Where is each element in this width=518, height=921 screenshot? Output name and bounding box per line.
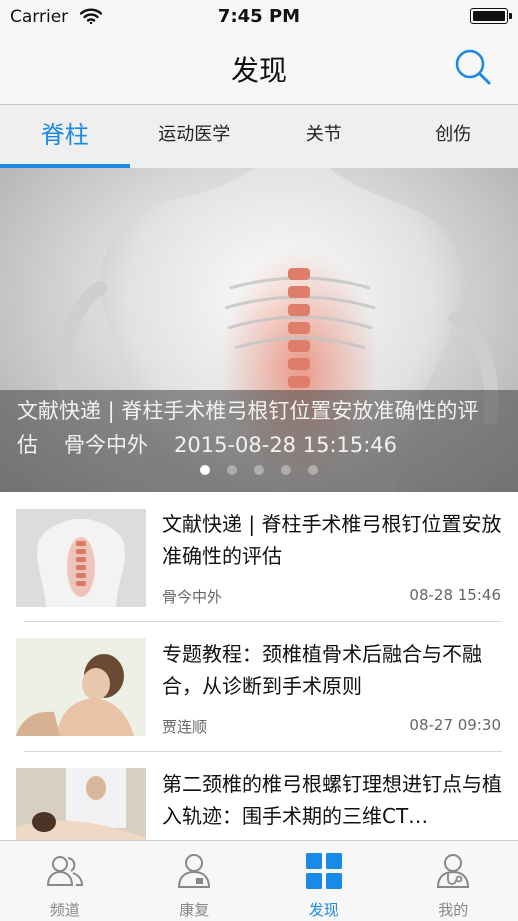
tabbar-item-mine[interactable]: 我的 bbox=[389, 841, 518, 921]
search-icon[interactable] bbox=[454, 48, 492, 90]
tabbar-label: 频道 bbox=[0, 899, 130, 920]
grid-icon bbox=[304, 851, 344, 895]
page-dot[interactable] bbox=[227, 465, 237, 475]
navigation-bar: 发现 bbox=[0, 34, 518, 105]
tabbar-label: 康复 bbox=[130, 899, 260, 920]
article-title: 专题教程：颈椎植骨术后融合与不融合，从诊断到手术原则 bbox=[162, 638, 502, 702]
tabbar-label: 我的 bbox=[389, 899, 518, 920]
tab-sports-medicine[interactable]: 运动医学 bbox=[130, 105, 260, 168]
tab-trauma[interactable]: 创伤 bbox=[389, 105, 518, 168]
tabbar-label: 发现 bbox=[259, 899, 389, 920]
page-indicator[interactable] bbox=[0, 460, 518, 479]
category-tabs: 脊柱 运动医学 关节 创伤 bbox=[0, 105, 518, 168]
tabbar-item-rehab[interactable]: 康复 bbox=[130, 841, 260, 921]
article-thumbnail bbox=[16, 638, 146, 736]
article-title: 第二颈椎的椎弓根螺钉理想进钉点与植入轨迹：围手术期的三维CT… bbox=[162, 768, 502, 832]
banner-datetime: 2015-08-28 15:15:46 bbox=[174, 433, 397, 457]
article-thumbnail bbox=[16, 509, 146, 607]
people-icon bbox=[45, 851, 85, 895]
page-dot[interactable] bbox=[281, 465, 291, 475]
article-source: 贾连顺 bbox=[162, 716, 207, 737]
article-item[interactable]: 文献快递 | 脊柱手术椎弓根钉位置安放准确性的评估 骨今中外 08-28 15:… bbox=[0, 492, 518, 622]
tabbar-item-channels[interactable]: 频道 bbox=[0, 841, 130, 921]
page-dot[interactable] bbox=[254, 465, 264, 475]
tab-spine[interactable]: 脊柱 bbox=[0, 105, 130, 168]
clock: 7:45 PM bbox=[0, 6, 518, 27]
status-bar: Carrier 7:45 PM bbox=[0, 0, 518, 34]
article-item[interactable]: 专题教程：颈椎植骨术后融合与不融合，从诊断到手术原则 贾连顺 08-27 09:… bbox=[0, 622, 518, 752]
article-time: 08-27 09:30 bbox=[409, 716, 501, 734]
article-source: 骨今中外 bbox=[162, 586, 222, 607]
page-dot[interactable] bbox=[308, 465, 318, 475]
battery-icon bbox=[470, 8, 508, 24]
banner-source: 骨今中外 bbox=[64, 433, 148, 457]
tabbar-item-discover[interactable]: 发现 bbox=[259, 841, 389, 921]
tab-joint[interactable]: 关节 bbox=[259, 105, 389, 168]
doctor-icon bbox=[174, 851, 214, 895]
bottom-tab-bar: 频道 康复 发现 bbox=[0, 840, 518, 921]
article-title: 文献快递 | 脊柱手术椎弓根钉位置安放准确性的评估 bbox=[162, 508, 502, 572]
featured-banner[interactable]: 文献快递 | 脊柱手术椎弓根钉位置安放准确性的评估骨今中外2015-08-28 … bbox=[0, 168, 518, 492]
article-time: 08-28 15:46 bbox=[409, 586, 501, 604]
stethoscope-person-icon bbox=[433, 851, 473, 895]
banner-caption: 文献快递 | 脊柱手术椎弓根钉位置安放准确性的评估骨今中外2015-08-28 … bbox=[17, 394, 501, 462]
page-title: 发现 bbox=[0, 49, 518, 89]
page-dot[interactable] bbox=[200, 465, 210, 475]
